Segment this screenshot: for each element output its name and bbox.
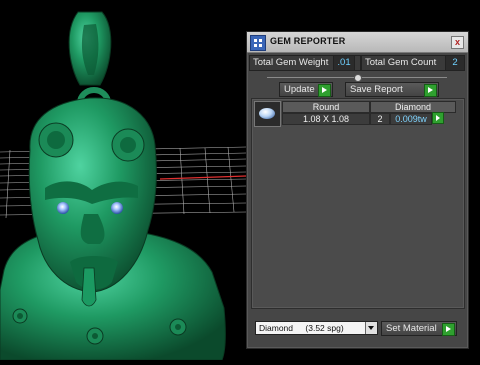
material-select-spg: (3.52 spg)	[305, 323, 344, 333]
gem-list[interactable]: Round Diamond 1.08 X 1.08 2 0.009tw	[251, 98, 465, 309]
total-gem-count-value: 2	[445, 55, 465, 71]
gem-reporter-panel: GEM REPORTER x Total Gem Weight .01 Tota…	[246, 31, 469, 349]
update-go-icon	[318, 84, 331, 97]
panel-title: GEM REPORTER	[270, 36, 346, 46]
gem-count-cell: 2	[370, 113, 390, 125]
set-material-button-label: Set Material	[386, 323, 437, 334]
update-button-label: Update	[284, 84, 315, 95]
gem-row-go-icon[interactable]	[432, 112, 444, 124]
gem-right-eye[interactable]	[111, 202, 123, 214]
set-material-button[interactable]: Set Material	[381, 321, 457, 336]
close-button[interactable]: x	[451, 36, 464, 49]
x-axis-line	[159, 175, 247, 180]
gem-size-cell: 1.08 X 1.08	[282, 113, 370, 125]
pendant-model[interactable]	[0, 11, 226, 361]
total-gem-count-label: Total Gem Count	[361, 55, 453, 71]
material-select-value: Diamond	[259, 323, 294, 333]
gem-weight-cell: 0.009tw	[390, 113, 432, 125]
save-report-go-icon	[424, 84, 437, 97]
chevron-down-icon[interactable]	[365, 322, 377, 334]
gem-reporter-app-icon	[250, 35, 266, 51]
material-select[interactable]: Diamond (3.52 spg)	[255, 321, 378, 335]
panel-titlebar[interactable]: GEM REPORTER x	[247, 32, 468, 53]
gem-thumbnail[interactable]	[254, 101, 281, 127]
column-header-round[interactable]: Round	[282, 101, 370, 113]
divider-handle[interactable]	[354, 74, 362, 82]
set-material-go-icon	[442, 323, 455, 336]
save-report-button-label: Save Report	[350, 84, 403, 95]
save-report-button[interactable]: Save Report	[345, 82, 439, 97]
totals-row: Total Gem Weight .01 Total Gem Count 2	[249, 55, 466, 71]
update-button[interactable]: Update	[279, 82, 333, 97]
total-gem-weight-value: .01	[333, 55, 355, 71]
round-gem-icon	[259, 108, 275, 119]
gem-left-eye[interactable]	[57, 202, 69, 214]
